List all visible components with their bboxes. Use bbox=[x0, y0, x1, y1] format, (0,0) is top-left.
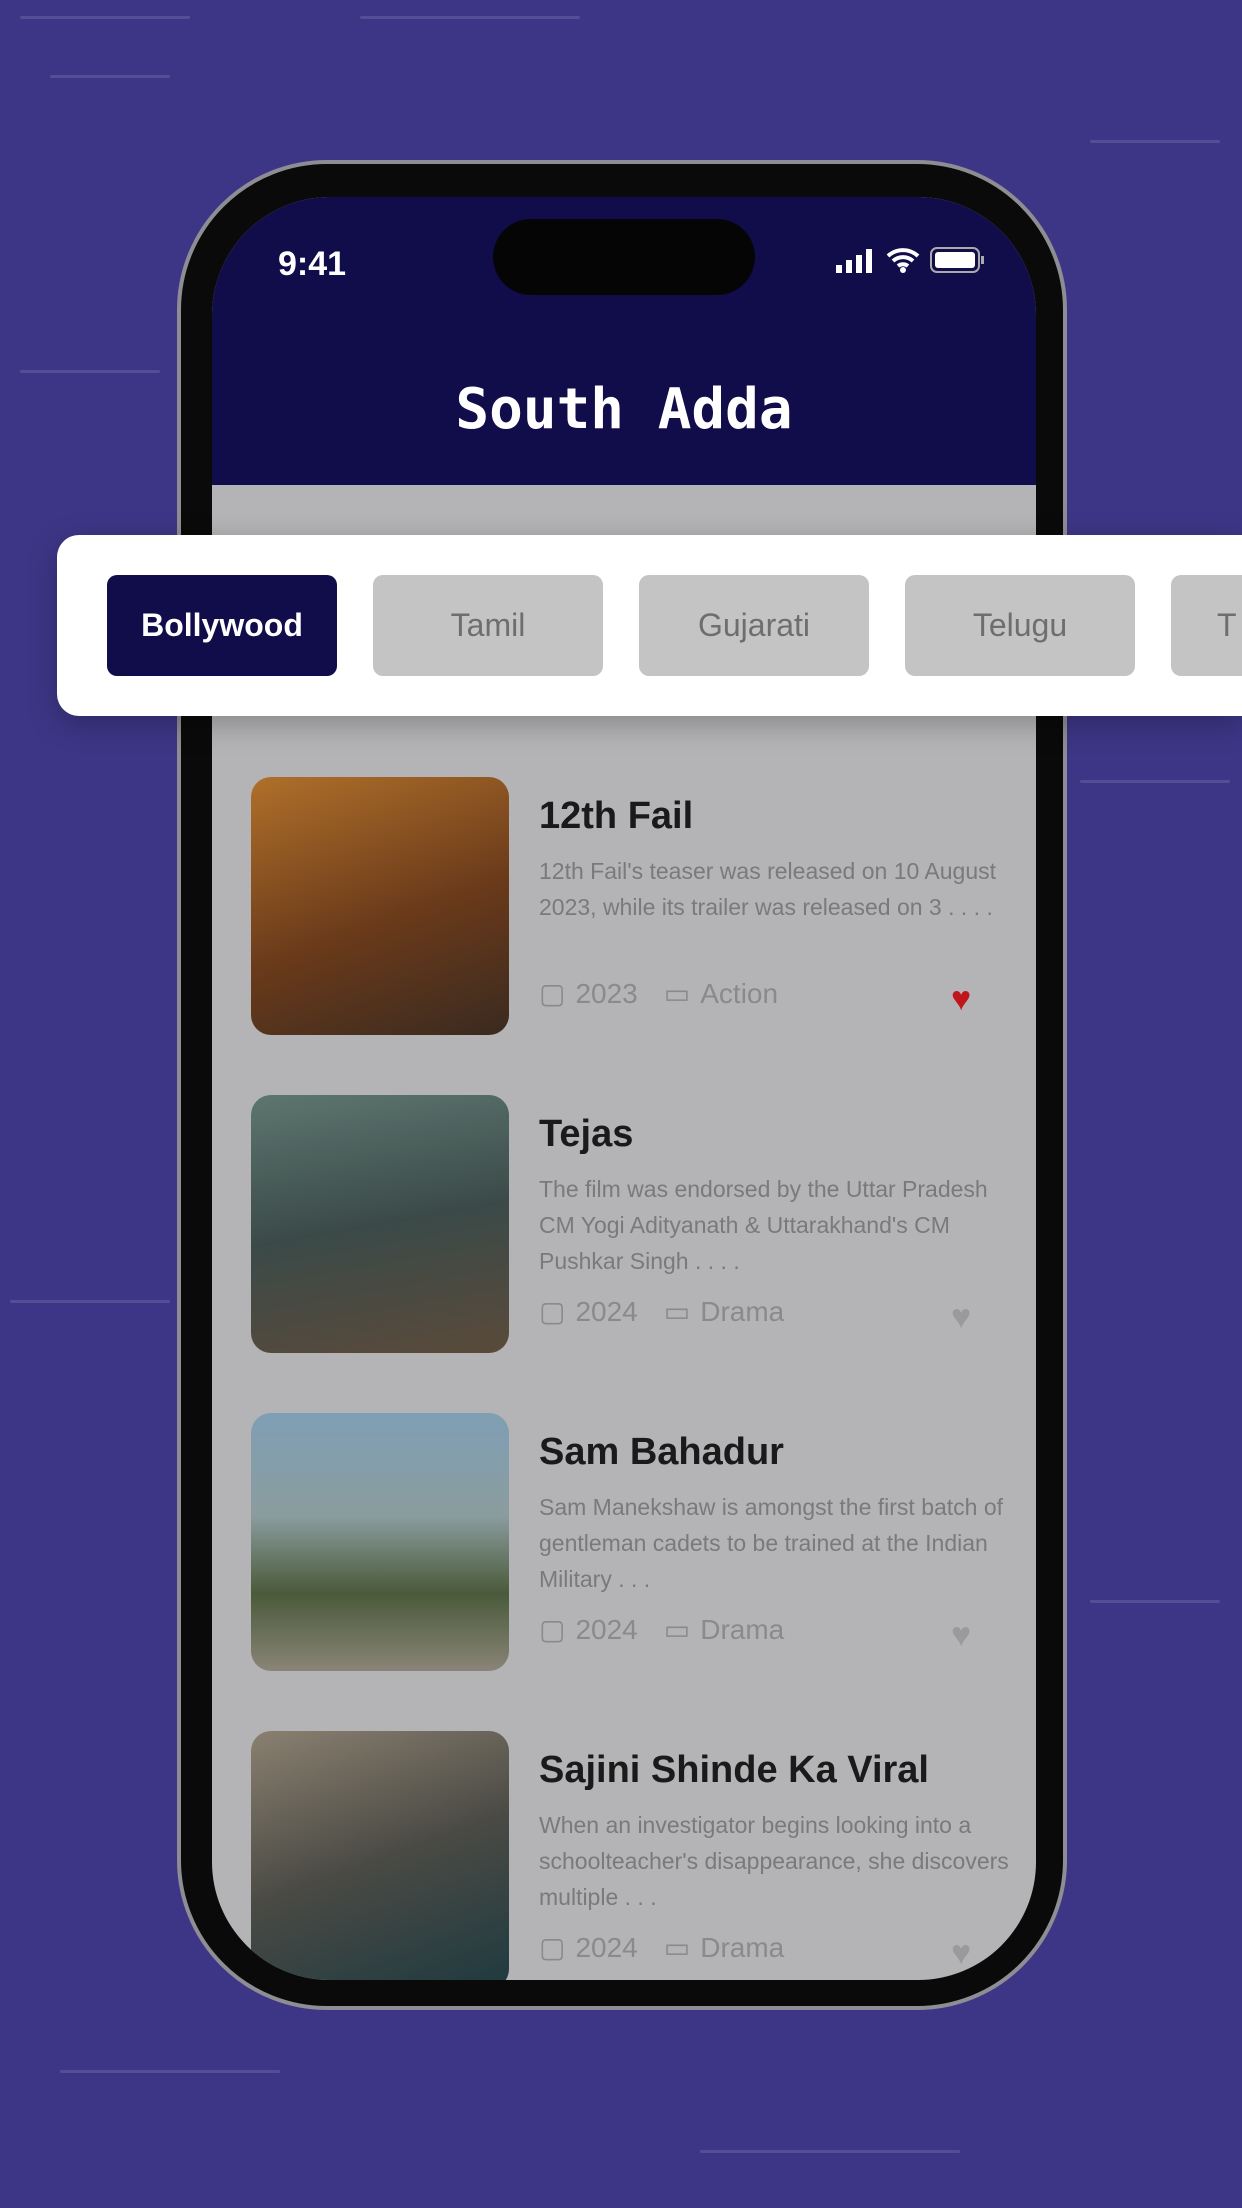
phone-screen: 9:41 South Adda 12th Fail 12th Fail's te… bbox=[212, 197, 1036, 1980]
calendar-icon: ▢ bbox=[539, 1932, 566, 1963]
movie-poster bbox=[251, 1095, 509, 1353]
app-title: South Adda bbox=[455, 377, 793, 442]
dynamic-island bbox=[493, 219, 755, 295]
background-streak bbox=[10, 1300, 170, 1303]
category-tabs: Bollywood Tamil Gujarati Telugu T bbox=[57, 535, 1242, 716]
ticket-icon: ▭ bbox=[663, 1296, 691, 1327]
movie-poster bbox=[251, 1731, 509, 1980]
movie-meta: ▢ 2024 ▭ Drama bbox=[539, 1931, 784, 1964]
tab-gujarati[interactable]: Gujarati bbox=[639, 575, 869, 676]
movie-genre: Drama bbox=[700, 1931, 785, 1963]
background-streak bbox=[360, 16, 580, 19]
favorite-heart-icon[interactable]: ♥ bbox=[951, 1300, 971, 1334]
movie-meta: ▢ 2023 ▭ Action bbox=[539, 977, 778, 1010]
movie-card[interactable]: Sam Bahadur Sam Manekshaw is amongst the… bbox=[251, 1413, 1011, 1671]
wifi-icon bbox=[886, 248, 920, 273]
calendar-icon: ▢ bbox=[539, 1296, 566, 1327]
background-streak bbox=[20, 16, 190, 19]
movie-meta: ▢ 2024 ▭ Drama bbox=[539, 1295, 784, 1328]
movie-poster bbox=[251, 1413, 509, 1671]
movie-year: 2024 bbox=[575, 1295, 638, 1327]
movie-description: Sam Manekshaw is amongst the first batch… bbox=[539, 1494, 1004, 1592]
calendar-icon: ▢ bbox=[539, 978, 566, 1009]
ticket-icon: ▭ bbox=[663, 1614, 691, 1645]
background-streak bbox=[50, 75, 170, 78]
background-streak bbox=[60, 2070, 280, 2073]
movie-description: When an investigator begins looking into… bbox=[539, 1812, 1009, 1910]
movie-year: 2023 bbox=[575, 977, 638, 1009]
status-time: 9:41 bbox=[278, 245, 347, 283]
movie-year: 2024 bbox=[575, 1931, 638, 1963]
status-icons bbox=[836, 247, 986, 273]
favorite-heart-icon[interactable]: ♥ bbox=[951, 1618, 971, 1652]
movie-genre: Action bbox=[700, 977, 779, 1009]
tab-partial[interactable]: T bbox=[1171, 575, 1242, 676]
movie-description: The film was endorsed by the Uttar Prade… bbox=[539, 1176, 988, 1274]
movie-card[interactable]: 12th Fail 12th Fail's teaser was release… bbox=[251, 777, 1011, 1035]
movie-genre: Drama bbox=[700, 1295, 785, 1327]
movie-title: 12th Fail bbox=[539, 795, 694, 837]
movie-genre: Drama bbox=[700, 1613, 785, 1645]
battery-icon bbox=[930, 247, 984, 273]
favorite-heart-icon[interactable]: ♥ bbox=[951, 1936, 971, 1970]
background-streak bbox=[1090, 1600, 1220, 1603]
ticket-icon: ▭ bbox=[663, 978, 691, 1009]
background-streak bbox=[700, 2150, 960, 2153]
signal-icon bbox=[836, 249, 872, 273]
movie-year: 2024 bbox=[575, 1613, 638, 1645]
background-streak bbox=[20, 370, 160, 373]
background-streak bbox=[1090, 140, 1220, 143]
calendar-icon: ▢ bbox=[539, 1614, 566, 1645]
movie-title: Sam Bahadur bbox=[539, 1431, 784, 1473]
background-streak bbox=[1080, 780, 1230, 783]
movie-card[interactable]: Sajini Shinde Ka Viral When an investiga… bbox=[251, 1731, 1011, 1980]
movie-poster bbox=[251, 777, 509, 1035]
tab-tamil[interactable]: Tamil bbox=[373, 575, 603, 676]
app-header: 9:41 South Adda bbox=[212, 197, 1036, 485]
movie-title: Sajini Shinde Ka Viral bbox=[539, 1749, 929, 1791]
favorite-heart-icon[interactable]: ♥ bbox=[951, 982, 971, 1016]
ticket-icon: ▭ bbox=[663, 1932, 691, 1963]
movie-description: 12th Fail's teaser was released on 10 Au… bbox=[539, 858, 997, 920]
tab-bollywood[interactable]: Bollywood bbox=[107, 575, 337, 676]
tab-telugu[interactable]: Telugu bbox=[905, 575, 1135, 676]
movie-title: Tejas bbox=[539, 1113, 634, 1155]
movie-card[interactable]: Tejas The film was endorsed by the Uttar… bbox=[251, 1095, 1011, 1353]
movie-meta: ▢ 2024 ▭ Drama bbox=[539, 1613, 784, 1646]
